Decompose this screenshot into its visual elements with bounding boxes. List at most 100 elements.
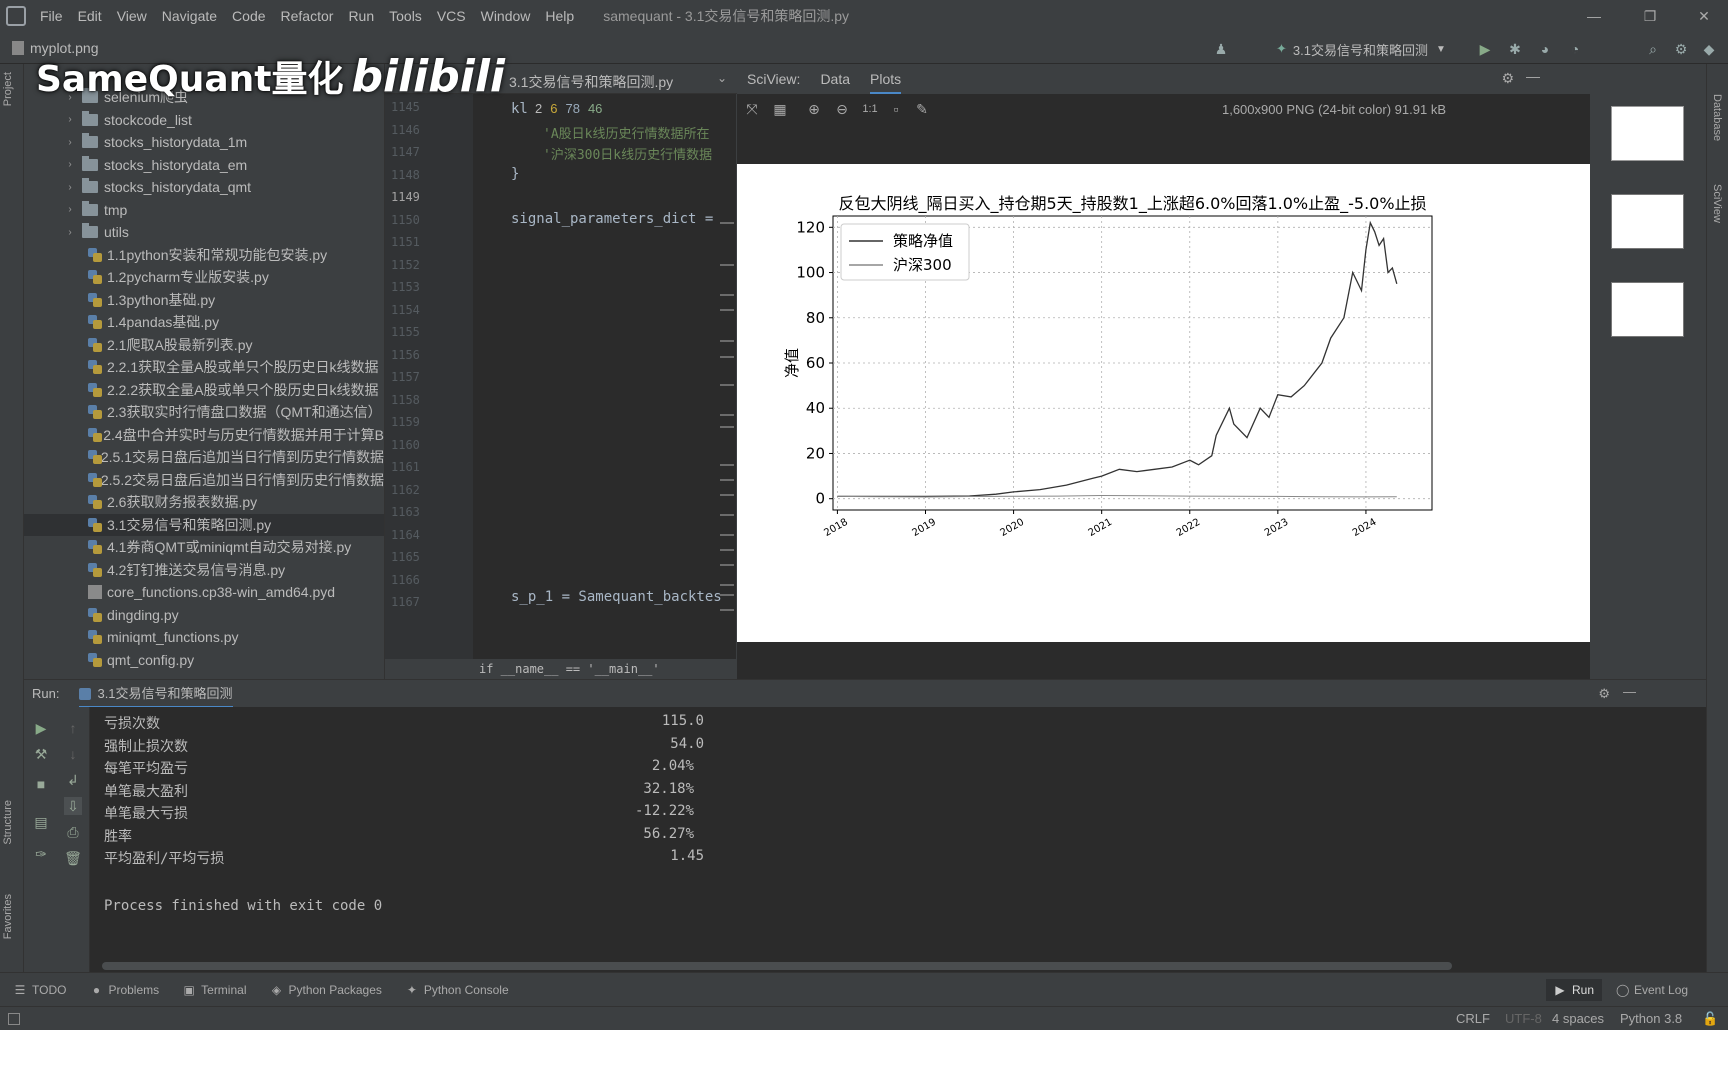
code-line-kl[interactable]: kl [511, 101, 528, 117]
minimize-panel-icon[interactable]: — [1623, 684, 1636, 699]
tree-file[interactable]: 2.3获取实时行情盘口数据（QMT和通达信） [24, 401, 384, 423]
chessboard-icon[interactable]: ▫ [887, 100, 905, 118]
sciview-tool-tab[interactable]: SciView [1711, 184, 1723, 223]
chevron-right-icon[interactable]: › [64, 114, 76, 125]
error-stripe-mark[interactable] [720, 414, 734, 416]
menu-view[interactable]: View [117, 8, 147, 24]
tree-file[interactable]: dingding.py [24, 604, 384, 626]
chevron-down-icon[interactable]: ⌄ [717, 71, 727, 85]
error-stripe-mark[interactable] [720, 356, 734, 358]
error-stripe-mark[interactable] [720, 494, 734, 496]
chevron-right-icon[interactable]: › [64, 204, 76, 215]
menu-code[interactable]: Code [232, 8, 265, 24]
error-stripe-mark[interactable] [720, 222, 734, 224]
inspection-widget[interactable]: 2 6 78 46 [535, 101, 610, 116]
python-console-tab[interactable]: ✦ Python Console [406, 983, 509, 997]
tree-folder[interactable]: › tmp [24, 199, 384, 221]
error-stripe-mark[interactable] [720, 426, 734, 428]
favorites-tool-tab[interactable]: Favorites [2, 894, 14, 939]
print-icon[interactable]: ⎙ [64, 823, 82, 841]
run-tool-tab[interactable]: ▶ Run [1546, 978, 1603, 1001]
error-stripe-mark[interactable] [720, 384, 734, 386]
file-encoding[interactable]: UTF-8 [1505, 1011, 1542, 1026]
debug-icon[interactable]: ✱ [1506, 40, 1524, 58]
error-stripe-mark[interactable] [720, 534, 734, 536]
code-line-brace[interactable]: } [511, 166, 519, 182]
gear-icon[interactable]: ⚙ [1672, 40, 1690, 58]
error-stripe-mark[interactable] [720, 294, 734, 296]
coverage-icon[interactable]: ◕ [1536, 40, 1554, 58]
pin-icon[interactable]: ✑ [32, 845, 50, 863]
tree-folder[interactable]: › stocks_historydata_1m [24, 131, 384, 153]
tree-file[interactable]: 2.6获取财务报表数据.py [24, 491, 384, 513]
run-tab[interactable]: 3.1交易信号和策略回测 [79, 680, 233, 708]
profile-icon[interactable]: ◔ [1566, 40, 1584, 58]
error-stripe-mark[interactable] [720, 594, 734, 596]
tree-file[interactable]: core_functions.cp38-win_amd64.pyd [24, 581, 384, 603]
zoom-in-icon[interactable]: ⊕ [805, 100, 823, 118]
tree-file[interactable]: 2.2.1获取全量A股或单只个股历史日k线数据 [24, 356, 384, 378]
error-stripe-mark[interactable] [720, 549, 734, 551]
tree-file[interactable]: 2.5.2交易日盘后追加当日行情到历史行情数据 [24, 469, 384, 491]
menu-tools[interactable]: Tools [389, 8, 422, 24]
menu-file[interactable]: File [40, 8, 63, 24]
horizontal-scrollbar[interactable] [102, 962, 1452, 970]
lock-icon[interactable]: 🔓 [1702, 1011, 1718, 1027]
terminal-tab[interactable]: ▣ Terminal [183, 983, 246, 997]
tree-file[interactable]: 4.1券商QMT或miniqmt自动交易对接.py [24, 536, 384, 558]
grid-icon[interactable]: ▦ [771, 100, 789, 118]
plot-thumbnail[interactable] [1611, 194, 1684, 249]
python-interpreter[interactable]: Python 3.8 [1620, 1011, 1682, 1026]
plot-thumbnail[interactable] [1611, 106, 1684, 161]
error-stripe-mark[interactable] [720, 609, 734, 611]
error-stripe-mark[interactable] [720, 309, 734, 311]
error-stripe-mark[interactable] [720, 584, 734, 586]
menu-vcs[interactable]: VCS [437, 8, 466, 24]
soft-wrap-icon[interactable]: ↲ [64, 771, 82, 789]
code-line-sp[interactable]: s_p_1 = Samequant_backtes [511, 589, 722, 605]
tree-file[interactable]: 4.2钉钉推送交易信号消息.py [24, 559, 384, 581]
tree-file[interactable]: qmt_config.py [24, 649, 384, 671]
down-arrow-icon[interactable]: ↓ [64, 745, 82, 763]
chevron-right-icon[interactable]: › [64, 159, 76, 170]
chevron-right-icon[interactable]: › [64, 137, 76, 148]
fit-window-icon[interactable]: ⤧ [743, 100, 761, 118]
wrench-icon[interactable]: ⚒ [32, 745, 50, 763]
error-stripe-mark[interactable] [720, 514, 734, 516]
event-log-tab[interactable]: ◯ Event Log [1616, 983, 1688, 997]
restore-layout-icon[interactable]: ▤ [32, 813, 50, 831]
tab-plots[interactable]: Plots [870, 64, 902, 94]
code-line-str1[interactable]: 'A股日k线历史行情数据所在 [543, 123, 709, 142]
tree-file[interactable]: 2.2.2获取全量A股或单只个股历史日k线数据 [24, 379, 384, 401]
line-separator[interactable]: CRLF [1456, 1011, 1490, 1026]
stop-icon[interactable]: ■ [32, 775, 50, 793]
menu-edit[interactable]: Edit [78, 8, 102, 24]
chevron-right-icon[interactable]: › [64, 227, 76, 238]
structure-tool-tab[interactable]: Structure [2, 800, 14, 845]
error-stripe-mark[interactable] [720, 479, 734, 481]
maximize-icon[interactable]: ❐ [1630, 0, 1670, 32]
tree-file[interactable]: 1.1python安装和常规功能包安装.py [24, 244, 384, 266]
minimize-icon[interactable]: — [1574, 0, 1614, 32]
tree-file[interactable]: miniqmt_functions.py [24, 626, 384, 648]
gear-icon[interactable]: ⚙ [1598, 686, 1610, 702]
error-stripe[interactable] [720, 94, 734, 679]
menu-navigate[interactable]: Navigate [162, 8, 217, 24]
menu-run[interactable]: Run [348, 8, 374, 24]
menu-refactor[interactable]: Refactor [281, 8, 334, 24]
tree-file[interactable]: 2.1爬取A股最新列表.py [24, 334, 384, 356]
error-stripe-mark[interactable] [720, 564, 734, 566]
up-arrow-icon[interactable]: ↑ [64, 719, 82, 737]
tree-file[interactable]: 1.2pycharm专业版安装.py [24, 266, 384, 288]
actual-size-button[interactable]: 1:1 [859, 100, 881, 118]
tree-folder[interactable]: › stockcode_list [24, 109, 384, 131]
update-icon[interactable]: ◆ [1700, 40, 1718, 58]
layout-toggle-icon[interactable] [8, 1013, 20, 1025]
tree-folder[interactable]: › stocks_historydata_qmt [24, 176, 384, 198]
close-icon[interactable]: ✕ [1684, 0, 1724, 32]
run-console-output[interactable]: Process finished with exit code 0 亏损次数 11… [90, 707, 1706, 972]
problems-tab[interactable]: ● Problems [90, 983, 159, 997]
menu-window[interactable]: Window [481, 8, 531, 24]
project-tool-tab[interactable]: Project [2, 72, 14, 106]
tree-file[interactable]: 3.1交易信号和策略回测.py [24, 513, 384, 536]
